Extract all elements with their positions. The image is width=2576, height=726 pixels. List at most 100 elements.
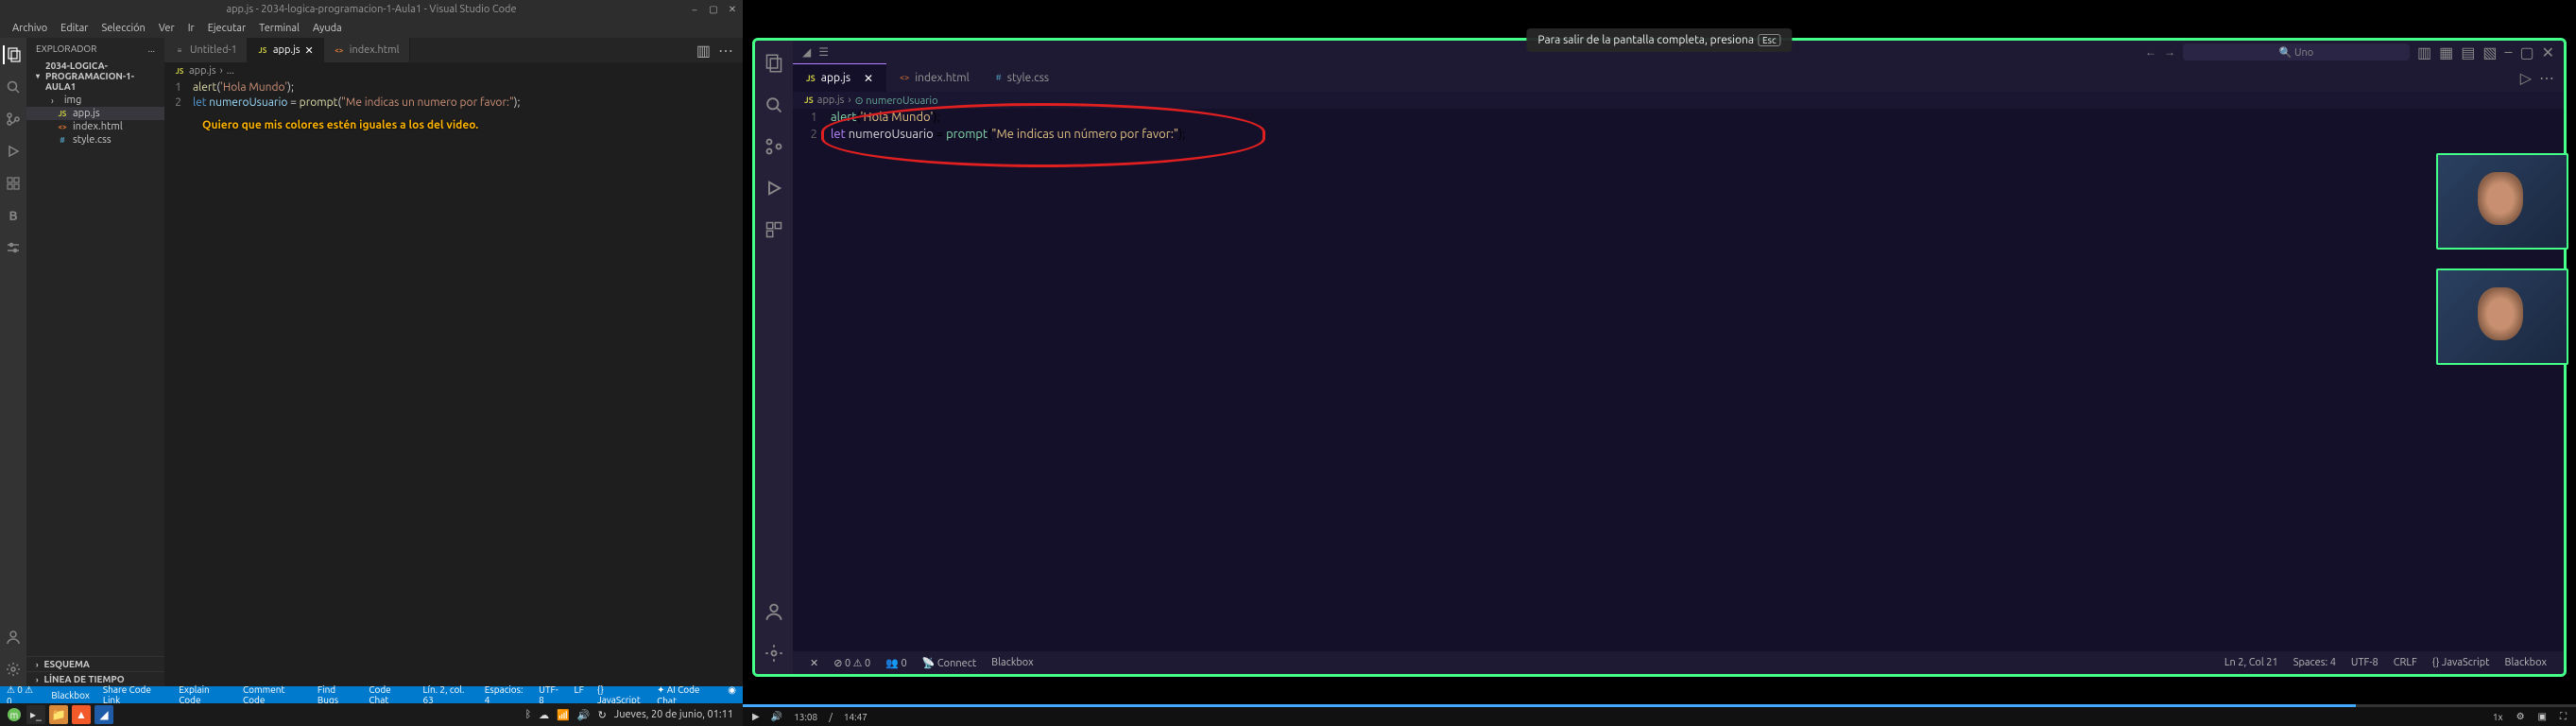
css-file-icon: # (57, 134, 68, 146)
video-back-icon: ← (2145, 45, 2156, 59)
video-debug-icon (763, 177, 785, 199)
close-button[interactable]: ✕ (726, 3, 739, 16)
menubar: Archivo Editar Selección Ver Ir Ejecutar… (0, 19, 743, 38)
menu-ir[interactable]: Ir (181, 23, 201, 34)
debug-icon[interactable] (4, 142, 23, 161)
menu-ejecutar[interactable]: Ejecutar (201, 23, 252, 34)
video-layout-icon: ▤ (2461, 43, 2475, 61)
breadcrumb[interactable]: JS app.js › ... (164, 62, 743, 79)
video-search-icon (763, 94, 785, 116)
tray-update-icon[interactable]: ↻ (598, 709, 607, 721)
js-file-icon: JS (257, 44, 268, 56)
maximize-button[interactable]: ▢ (707, 3, 720, 16)
tray-volume-icon[interactable]: 🔊 (577, 709, 591, 721)
status-comment[interactable]: Comment Code (236, 684, 311, 705)
video-area[interactable]: Para salir de la pantalla completa, pres… (743, 0, 2576, 726)
tab-indexhtml[interactable]: <>index.html (324, 38, 410, 62)
video-extensions-icon (763, 218, 785, 241)
status-explain[interactable]: Explain Code (172, 684, 236, 705)
status-codechat[interactable]: Code Chat (362, 684, 416, 705)
extensions-icon[interactable] (4, 174, 23, 193)
video-time-current: 13:08 (794, 712, 817, 722)
menu-ver[interactable]: Ver (152, 23, 181, 34)
os-start-menu[interactable]: m (4, 704, 25, 725)
video-explorer-icon (763, 52, 785, 75)
search-icon[interactable] (4, 78, 23, 96)
esc-key-icon: Esc (1758, 34, 1781, 46)
status-findbugs[interactable]: Find Bugs (311, 684, 362, 705)
taskbar-files[interactable]: 📁 (49, 705, 68, 724)
close-icon[interactable]: ✕ (305, 44, 314, 57)
settings-icon[interactable]: ⚙ (2516, 711, 2525, 722)
taskbar-brave[interactable]: ▲ (72, 705, 91, 724)
gear-icon[interactable] (4, 660, 23, 679)
js-file-icon: JS (57, 108, 68, 119)
tray-wifi-icon[interactable]: 📶 (557, 709, 570, 721)
account-icon[interactable] (4, 628, 23, 647)
video-time-total: 14:47 (844, 712, 867, 722)
source-control-icon[interactable] (4, 110, 23, 129)
volume-icon[interactable]: 🔊 (771, 711, 782, 722)
menu-seleccion[interactable]: Selección (94, 23, 151, 34)
split-editor-icon[interactable]: ▥ (696, 42, 711, 60)
sidebar-header-label: EXPLORADOR (36, 43, 96, 54)
tree-file-indexhtml[interactable]: <>index.html (26, 120, 164, 133)
code-editor[interactable]: 1alert('Hola Mundo'); 2let numeroUsuario… (164, 79, 743, 686)
window-title: app.js - 2034-logica-programacion-1-Aula… (226, 4, 516, 15)
tray-cloud-icon[interactable]: ☁ (539, 709, 549, 721)
video-account-icon (763, 600, 785, 623)
video-minimize-icon: – (2505, 43, 2513, 61)
playback-speed[interactable]: 1x (2493, 712, 2503, 722)
video-forward-icon: → (2164, 45, 2175, 59)
menu-archivo[interactable]: Archivo (6, 23, 54, 34)
presenter-webcam-2 (2436, 268, 2568, 365)
html-file-icon: <> (57, 121, 68, 132)
sidebar-section-esquema[interactable]: ESQUEMA (26, 656, 164, 671)
video-hamburger-icon: ☰ (818, 45, 829, 59)
status-sharecode[interactable]: Share Code Link (96, 684, 172, 705)
presenter-webcam-1 (2436, 153, 2568, 250)
sidebar-header-more[interactable]: ... (148, 43, 155, 54)
video-tab-index: <>index.html (886, 63, 983, 92)
tab-untitled[interactable]: ≡Untitled-1 (164, 38, 248, 62)
os-clock[interactable]: Jueves, 20 de junio, 01:11 (614, 709, 733, 720)
sidebar: EXPLORADOR ... 2034-LOGICA-PROGRAMACION-… (26, 38, 164, 686)
menu-terminal[interactable]: Terminal (252, 23, 306, 34)
taskbar-terminal[interactable]: ▸_ (26, 705, 45, 724)
tab-appjs[interactable]: JSapp.js✕ (248, 38, 324, 62)
svg-text:m: m (10, 710, 19, 720)
minimize-button[interactable]: – (688, 3, 701, 16)
menu-editar[interactable]: Editar (54, 23, 94, 34)
project-root[interactable]: 2034-LOGICA-PROGRAMACION-1-AULA1 (26, 59, 164, 94)
line-number: 2 (164, 96, 193, 112)
video-editor: 1alert('Hola Mundo'); 2let numeroUsuario… (793, 109, 2564, 651)
video-vscode-window: ◢ ☰ ← → 🔍 Uno ▥ ▦ ▤ ▧ – ▢ ✕ (752, 38, 2567, 677)
statusbar: ⚠ 0 ⚠ 0 Blackbox Share Code Link Explain… (0, 686, 743, 703)
pip-icon[interactable]: ▣ (2538, 711, 2547, 722)
menu-ayuda[interactable]: Ayuda (306, 23, 349, 34)
video-breadcrumb: JS app.js › ⊙ numeroUsuario (793, 92, 2564, 109)
video-gear-icon (763, 642, 785, 665)
video-layout-icon: ▥ (2417, 43, 2431, 61)
tray-bluetooth-icon[interactable]: ᛒ (525, 709, 532, 720)
fullscreen-icon[interactable]: ⛶ (2560, 711, 2567, 722)
video-close-icon: ✕ (2542, 43, 2554, 61)
fullscreen-exit-tip: Para salir de la pantalla completa, pres… (1526, 28, 1792, 52)
status-blackbox[interactable]: Blackbox (44, 690, 95, 700)
settings-icon[interactable] (4, 238, 23, 257)
explorer-icon[interactable] (3, 45, 22, 64)
file-icon: ≡ (174, 44, 185, 56)
video-player-controls: ▶ 🔊 13:08 / 14:47 1x ⚙ ▣ ⛶ (743, 707, 2576, 726)
taskbar-vscode[interactable]: ◢ (94, 705, 113, 724)
video-activity-bar (755, 41, 793, 674)
bold-icon[interactable]: B (4, 206, 23, 225)
video-tab-appjs: JSapp.js✕ (793, 63, 886, 92)
more-icon[interactable]: ⋯ (718, 42, 733, 60)
tree-folder-img[interactable]: img (26, 94, 164, 107)
play-button[interactable]: ▶ (752, 711, 760, 722)
video-statusbar: ✕ ⊘ 0 ⚠ 0 👥 0 📡 Connect Blackbox Ln 2, C… (793, 651, 2564, 674)
tree-file-stylecss[interactable]: #style.css (26, 133, 164, 147)
tree-file-appjs[interactable]: JSapp.js (26, 107, 164, 120)
video-source-control-icon (763, 135, 785, 158)
video-tabs: JSapp.js✕ <>index.html #style.css ▷⋯ (793, 63, 2564, 92)
